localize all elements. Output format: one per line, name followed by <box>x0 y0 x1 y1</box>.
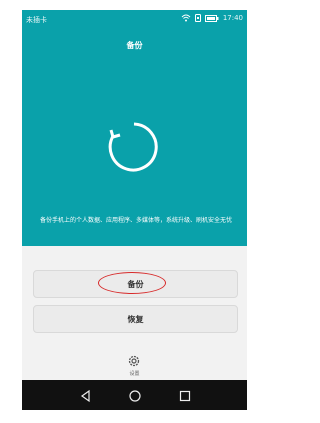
home-icon[interactable] <box>128 389 142 403</box>
status-icons: 17:40 <box>181 14 243 22</box>
gear-icon <box>128 355 140 367</box>
settings-button[interactable]: 设置 <box>22 350 247 378</box>
carrier-text: 未插卡 <box>26 16 47 24</box>
page-title: 备份 <box>126 41 143 50</box>
hero-area: 未插卡 17:40 备份 备份手机上的个人数据、应用程序、多媒体等，系统升级、刷… <box>22 10 247 246</box>
phone-screen: 未插卡 17:40 备份 备份手机上的个人数据、应用程序、多媒体等，系统升级、刷… <box>22 10 247 410</box>
restore-button[interactable]: 恢复 <box>33 305 238 333</box>
recent-apps-icon[interactable] <box>178 389 192 403</box>
settings-label: 设置 <box>129 371 140 377</box>
sim-icon <box>194 14 201 22</box>
back-icon[interactable] <box>79 389 93 403</box>
status-bar: 未插卡 17:40 <box>22 10 247 28</box>
highlight-circle <box>98 272 166 294</box>
sync-icon <box>108 122 158 172</box>
navigation-bar <box>22 380 247 410</box>
backup-description: 备份手机上的个人数据、应用程序、多媒体等，系统升级、刷机安全无忧 <box>40 217 233 224</box>
battery-icon <box>204 14 219 22</box>
clock-text: 17:40 <box>222 14 243 22</box>
wifi-icon <box>181 14 191 22</box>
